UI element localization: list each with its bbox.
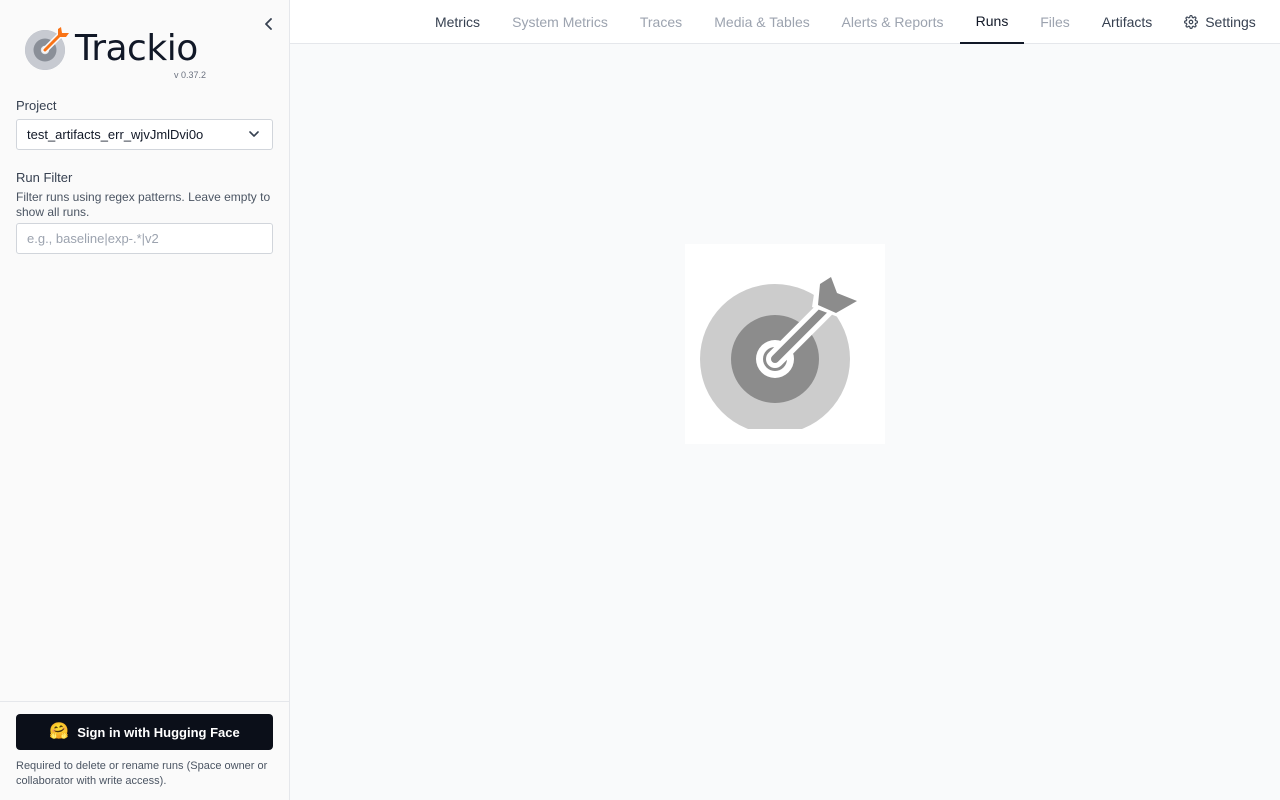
tab-traces-label: Traces [639,14,683,30]
target-arrow-icon [700,272,863,429]
tab-artifacts[interactable]: Artifacts [1086,0,1168,44]
tab-files-label: Files [1040,14,1070,30]
project-select[interactable]: test_artifacts_err_wjvJmlDvi0o [16,119,273,150]
tab-media-tables-label: Media & Tables [714,14,810,30]
tab-settings[interactable]: Settings [1170,0,1270,44]
chevron-down-icon [249,131,259,137]
collapse-sidebar-button[interactable] [259,14,279,34]
tab-settings-label: Settings [1205,14,1256,30]
sign-in-button[interactable]: 🤗 Sign in with Hugging Face [16,714,273,750]
top-navigation: Metrics System Metrics Traces Media & Ta… [290,0,1280,44]
run-filter-help: Filter runs using regex patterns. Leave … [16,190,271,219]
tab-alerts-reports-label: Alerts & Reports [841,14,944,30]
sign-in-label: Sign in with Hugging Face [77,724,240,740]
tab-files[interactable]: Files [1024,0,1086,44]
loading-indicator [685,244,885,444]
tab-metrics[interactable]: Metrics [420,0,495,44]
hugging-face-icon: 🤗 [49,723,70,740]
run-filter-input[interactable] [16,223,273,254]
tab-alerts-reports[interactable]: Alerts & Reports [826,0,959,44]
tab-artifacts-label: Artifacts [1101,14,1153,30]
sign-in-note: Required to delete or rename runs (Space… [16,760,268,787]
app-version: v 0.37.2 [173,70,206,80]
app-logo: Trackio v 0.37.2 [24,26,208,82]
sidebar: Trackio v 0.37.2 Project test_artifacts_… [0,0,290,800]
project-label: Project [16,98,57,113]
main-content [290,44,1280,800]
tab-traces[interactable]: Traces [624,0,698,44]
tab-runs-label: Runs [975,13,1009,29]
tab-media-tables[interactable]: Media & Tables [698,0,826,44]
run-filter-label: Run Filter [16,170,73,185]
chevron-left-icon [265,18,272,30]
sidebar-footer: 🤗 Sign in with Hugging Face Required to … [0,701,289,800]
target-arrow-icon [25,27,69,70]
tab-system-metrics[interactable]: System Metrics [496,0,624,44]
gear-icon [1184,15,1199,29]
tab-system-metrics-label: System Metrics [512,14,608,30]
project-value: test_artifacts_err_wjvJmlDvi0o [27,127,204,142]
app-title: Trackio [75,28,198,69]
tab-runs[interactable]: Runs [960,0,1024,44]
tab-metrics-label: Metrics [434,14,481,30]
